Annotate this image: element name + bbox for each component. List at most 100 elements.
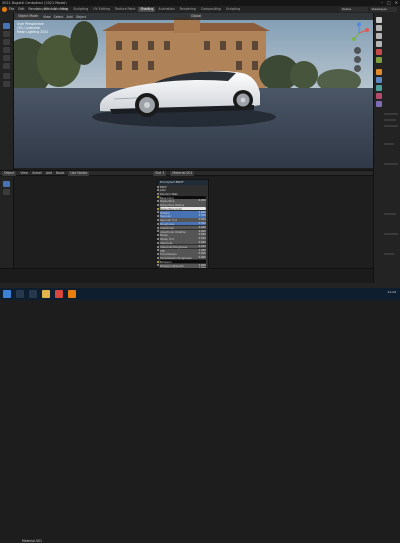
modifier-properties-icon[interactable] [376,77,382,83]
blender-logo-icon[interactable] [2,7,7,12]
system-tray-clock[interactable]: 11:24 [387,290,396,294]
socket-dot-icon[interactable] [157,185,159,188]
material-slot-selector[interactable]: Slot 1 [153,170,167,176]
texture-properties-icon[interactable] [376,101,382,107]
menu-edit[interactable]: Edit [18,7,24,12]
navigation-gizmo-icon[interactable] [348,22,370,44]
tab-sculpting[interactable]: Sculpting [71,7,90,12]
view-layer-selector[interactable]: ViewLayer [369,7,397,12]
socket-dot-icon[interactable] [157,264,159,267]
mode-selector[interactable]: Object Mode [16,14,41,19]
socket-dot-icon[interactable] [157,230,159,233]
object-menu[interactable]: Object [76,15,86,19]
tab-animation[interactable]: Animation [156,7,176,12]
node-editor-canvas[interactable]: Principled BSDF BSDF GGX Random Walk Base C… [14,177,373,277]
blender-icon[interactable] [68,290,76,298]
tab-modeling[interactable]: Modeling [52,7,71,12]
property-field[interactable] [384,163,398,165]
view-menu[interactable]: View [43,15,51,19]
node-select-tool-icon[interactable] [3,181,10,187]
node-editor-footer: Material.001 [0,268,373,543]
property-field[interactable] [384,119,396,121]
tab-scripting[interactable]: Scripting [224,7,242,12]
socket-dot-icon[interactable] [157,192,159,195]
node-menu[interactable]: Node [56,171,64,175]
socket-dot-icon[interactable] [157,215,159,218]
socket-dot-icon[interactable] [157,222,159,225]
socket-dot-icon[interactable] [157,196,159,199]
cursor-tool-icon[interactable] [3,31,10,37]
pan-icon[interactable] [354,56,361,63]
node-view-menu[interactable]: View [20,171,28,175]
taskview-icon[interactable] [29,290,37,298]
move-tool-icon[interactable] [3,39,10,45]
socket-dot-icon[interactable] [157,249,159,252]
socket-dot-icon[interactable] [157,253,159,256]
socket-dot-icon[interactable] [157,203,159,206]
windows-icon[interactable] [3,290,11,298]
tab-layout[interactable]: Layout [36,7,51,12]
tool-properties-icon[interactable] [376,17,382,23]
add-menu[interactable]: Add [67,15,73,19]
render-properties-icon[interactable] [376,25,382,31]
socket-dot-icon[interactable] [157,256,159,259]
tab-texture-paint[interactable]: Texture Paint [113,7,138,12]
node-socket-row[interactable]: Transmission Roughness 0.000 [157,256,206,260]
socket-dot-icon[interactable] [157,234,159,237]
search-icon[interactable] [16,290,24,298]
select-tool-icon[interactable] [3,23,10,29]
select-menu[interactable]: Select [54,15,64,19]
output-properties-icon[interactable] [376,33,382,39]
property-field[interactable] [384,113,398,115]
physics-properties-icon[interactable] [376,85,382,91]
socket-dot-icon[interactable] [157,260,159,263]
socket-dot-icon[interactable] [157,241,159,244]
tab-rendering[interactable]: Rendering [178,7,198,12]
zoom-icon[interactable] [354,47,361,54]
measure-tool-icon[interactable] [3,81,10,87]
tab-shading[interactable]: Shading [138,7,156,12]
node-select-menu[interactable]: Select [32,171,42,175]
tab-compositing[interactable]: Compositing [199,7,223,12]
scene-selector[interactable]: Scene [340,7,368,12]
property-field[interactable] [384,125,398,127]
socket-dot-icon[interactable] [157,200,159,203]
orientation-selector[interactable]: Global [189,14,204,19]
rotate-tool-icon[interactable] [3,47,10,53]
socket-dot-icon[interactable] [157,211,159,214]
node-annotate-tool-icon[interactable] [3,189,10,195]
socket-dot-icon[interactable] [157,219,159,222]
node-socket-row[interactable]: Random Walk [157,192,206,196]
socket-dot-icon[interactable] [157,207,159,210]
object-properties-icon[interactable] [376,69,382,75]
scene-selectors: Scene ViewLayer [340,7,397,12]
principled-bsdf-node[interactable]: Principled BSDF BSDF GGX Random Walk Base C… [157,179,209,277]
property-field[interactable] [384,143,394,145]
editor-type-selector[interactable]: Object [2,170,17,176]
socket-dot-icon[interactable] [157,237,159,240]
property-field[interactable] [384,253,394,255]
property-field[interactable] [384,213,396,215]
scale-tool-icon[interactable] [3,55,10,61]
use-nodes-checkbox[interactable]: Use Nodes [68,170,90,176]
menu-file[interactable]: File [9,7,14,12]
socket-dot-icon[interactable] [157,226,159,229]
viewport-toolbar [0,13,14,170]
camera-view-icon[interactable] [354,65,361,72]
world-properties-icon[interactable] [376,57,382,63]
3d-viewport[interactable]: Object Mode View Select Add Object Globa… [14,13,373,168]
view-layer-properties-icon[interactable] [376,41,382,47]
properties-panel [373,13,400,283]
material-properties-icon[interactable] [376,93,382,99]
socket-dot-icon[interactable] [157,245,159,248]
annotate-tool-icon[interactable] [3,73,10,79]
scene-properties-icon[interactable] [376,49,382,55]
chrome-icon[interactable] [55,290,63,298]
material-selector[interactable]: Material.001 [170,170,195,176]
node-add-menu[interactable]: Add [46,171,52,175]
folder-icon[interactable] [42,290,50,298]
property-field[interactable] [384,233,398,235]
socket-dot-icon[interactable] [157,189,159,192]
transform-tool-icon[interactable] [3,63,10,69]
tab-uv-editing[interactable]: UV Editing [91,7,112,12]
